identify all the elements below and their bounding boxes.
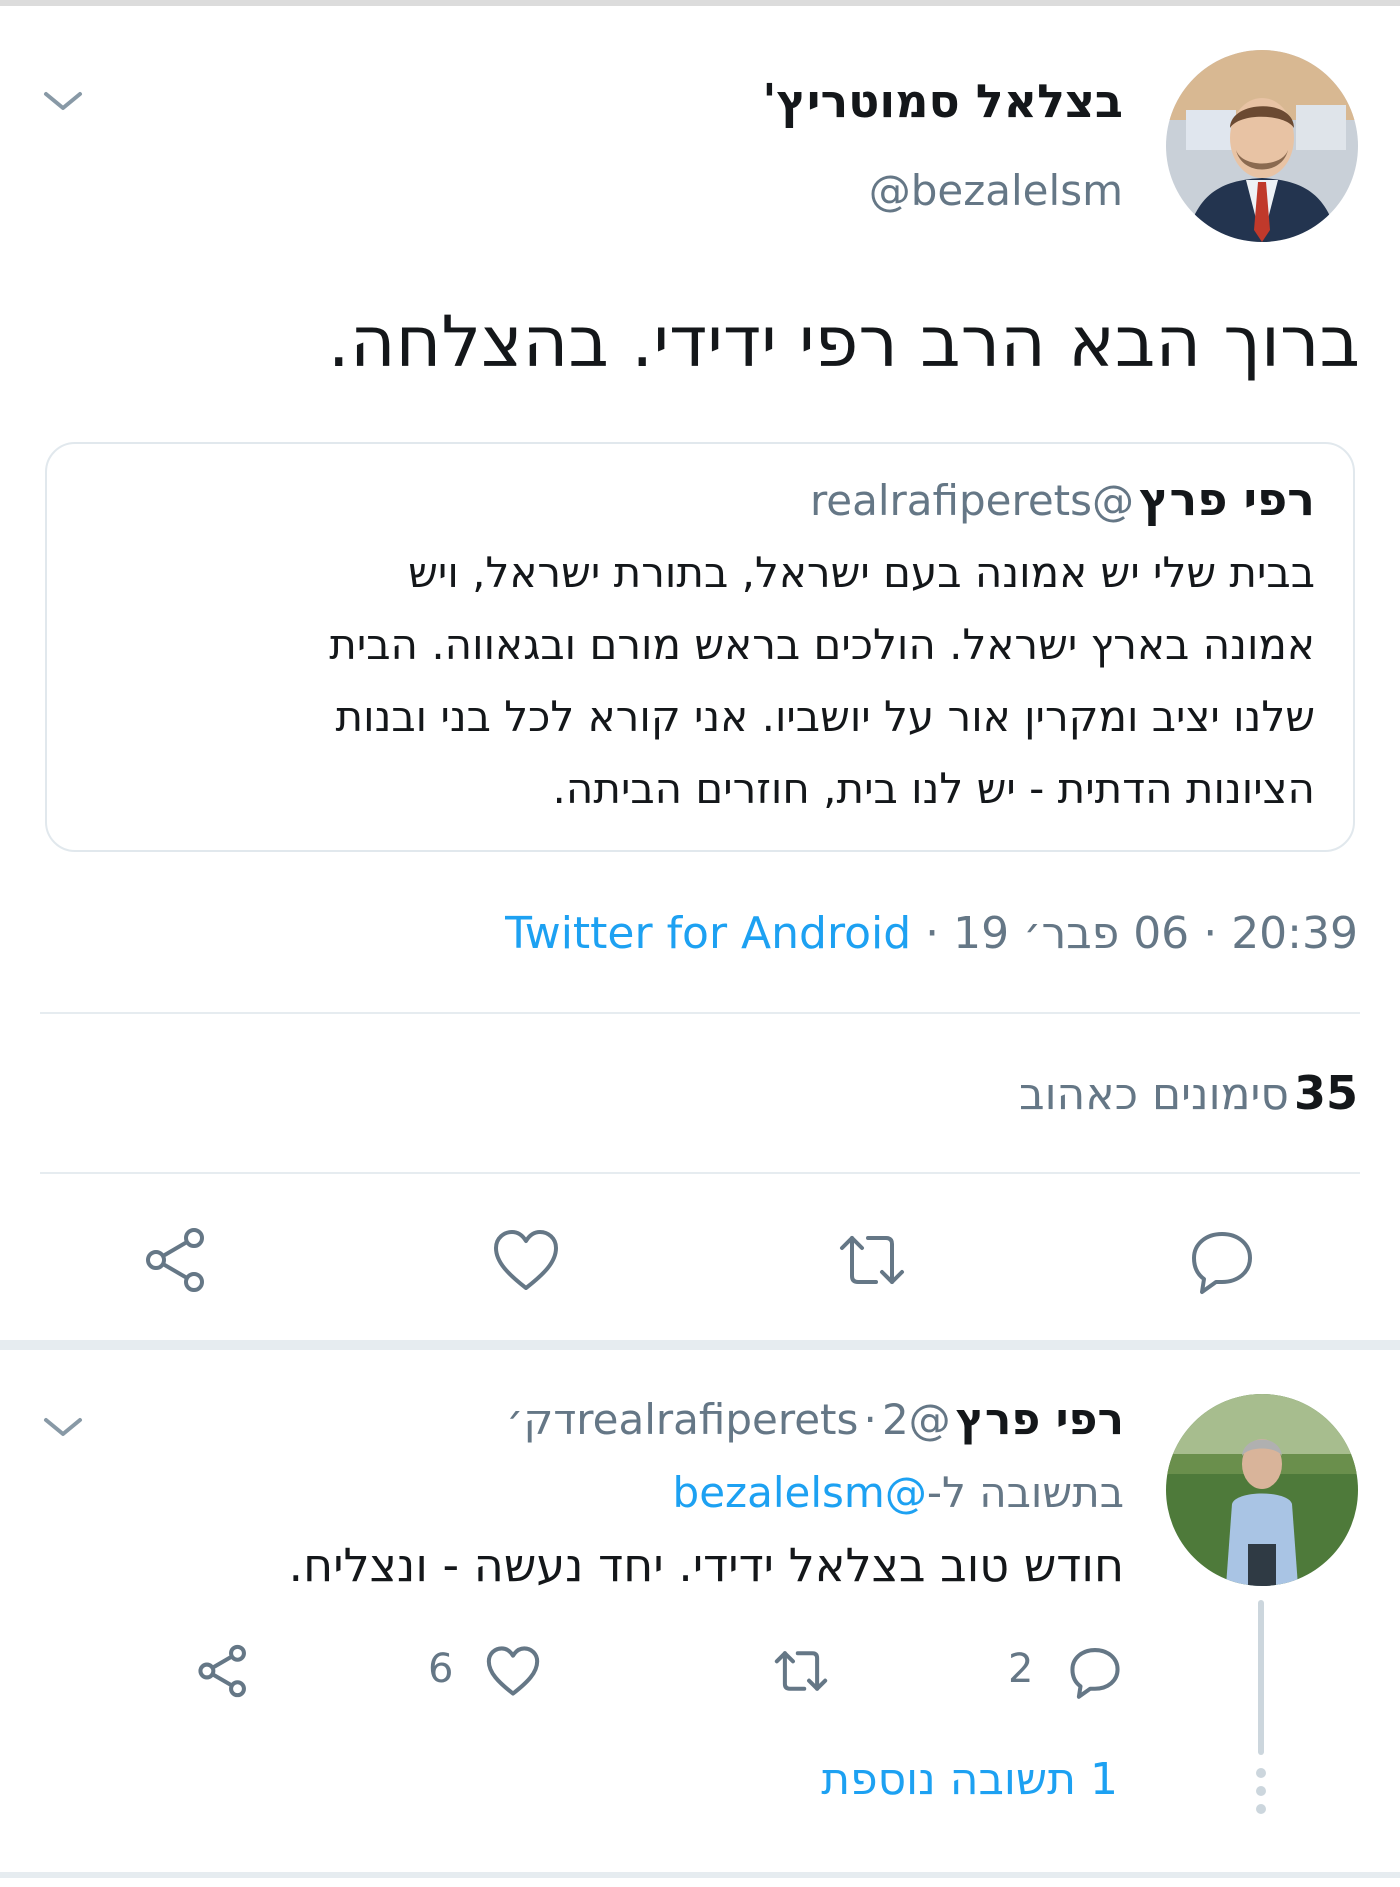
reply-count: 2 (1008, 1646, 1034, 1692)
like-count: 6 (428, 1646, 454, 1692)
replying-to: בתשובה ל-@bezalelsm (673, 1468, 1124, 1517)
quoted-text-line: אמונה בארץ ישראל. הולכים בראש מורם ובגאו… (329, 620, 1315, 669)
quoted-text-line: הציונות הדתית - יש לנו בית, חוזרים הביתה… (552, 764, 1315, 813)
section-separator (0, 1340, 1400, 1350)
chevron-down-icon[interactable] (40, 86, 86, 116)
reply-tweet[interactable]: רפי פרץ @realrafiperets · 2דק׳ בתשובה ל-… (0, 1350, 1400, 1870)
tweet-time: 20:39 (1231, 908, 1358, 959)
meta-separator: · (925, 908, 940, 959)
heart-icon[interactable] (484, 1642, 542, 1700)
reply-icon[interactable] (1186, 1224, 1258, 1296)
thread-dot (1256, 1786, 1266, 1796)
thread-dot (1256, 1768, 1266, 1778)
tweet-meta: Twitter for Android · 06 פבר׳ 19 · 20:39 (505, 908, 1358, 959)
quoted-text-line: בבית שלי יש אמונה בעם ישראל, בתורת ישראל… (408, 548, 1315, 597)
tweet-source-link[interactable]: Twitter for Android (505, 908, 911, 959)
avatar[interactable] (1166, 50, 1358, 242)
likes-count: 35 (1293, 1066, 1358, 1120)
share-icon[interactable] (140, 1224, 212, 1296)
quoted-display-name: רפי פרץ (1139, 472, 1315, 526)
share-icon[interactable] (194, 1642, 252, 1700)
retweet-icon[interactable] (836, 1224, 908, 1296)
quoted-handle: @realrafiperets (809, 476, 1135, 525)
thread-line (1258, 1600, 1264, 1755)
main-tweet: בצלאל סמוטריץ' @bezalelsm ברוך הבא הרב ר… (0, 0, 1400, 1340)
avatar[interactable] (1166, 1394, 1358, 1586)
tweet-text: ברוך הבא הרב רפי ידידי. בהצלחה. (327, 301, 1360, 383)
likes-summary[interactable]: 35 סימונים כאהוב (1019, 1066, 1358, 1120)
quoted-tweet-header: רפי פרץ @realrafiperets (810, 472, 1315, 526)
bottom-border (0, 1872, 1400, 1878)
reply-icon[interactable] (1066, 1642, 1124, 1700)
tweet-date: 06 פבר׳ 19 (953, 908, 1190, 959)
reply-text: חודש טוב בצלאל ידידי. יחד נעשה - ונצליח. (288, 1538, 1124, 1592)
quoted-tweet-card[interactable]: רפי פרץ @realrafiperets בבית שלי יש אמונ… (45, 442, 1355, 852)
quoted-text-line: שלנו יציב ומקרין אור על יושביו. אני קורא… (335, 692, 1315, 741)
heart-icon[interactable] (490, 1224, 562, 1296)
chevron-down-icon[interactable] (40, 1412, 86, 1442)
divider (40, 1172, 1360, 1174)
replying-to-label: בתשובה ל- (926, 1468, 1124, 1517)
meta-separator: · (863, 1395, 877, 1444)
more-replies-link[interactable]: 1 תשובה נוספת (821, 1754, 1118, 1805)
meta-separator: · (1203, 908, 1218, 959)
reply-display-name[interactable]: רפי פרץ (956, 1394, 1124, 1445)
display-name[interactable]: בצלאל סמוטריץ' (762, 74, 1123, 128)
likes-label: סימונים כאהוב (1019, 1069, 1289, 1120)
reply-header: רפי פרץ @realrafiperets · 2דק׳ (506, 1394, 1124, 1445)
divider (40, 1012, 1360, 1014)
thread-dot (1256, 1804, 1266, 1814)
retweet-icon[interactable] (772, 1642, 830, 1700)
user-handle[interactable]: @bezalelsm (869, 166, 1123, 215)
replying-to-handle[interactable]: @bezalelsm (673, 1468, 927, 1517)
